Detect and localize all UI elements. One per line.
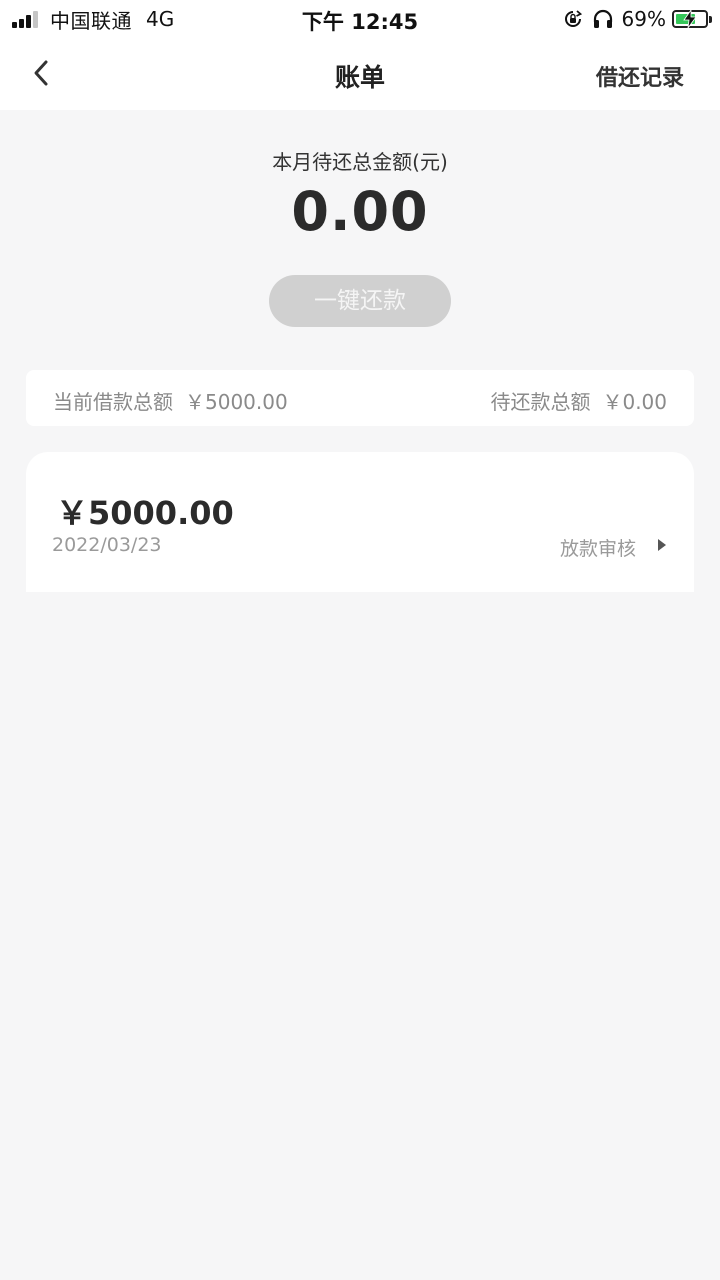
bill-status: 放款审核	[559, 538, 636, 560]
pending-total-value: ￥0.00	[602, 390, 667, 414]
nav-bar: 账单 借还记录	[0, 40, 720, 110]
repay-all-button[interactable]: 一键还款	[269, 275, 451, 327]
triangle-right-icon	[658, 539, 666, 551]
borrowed-total-label: 当前借款总额	[53, 390, 173, 414]
bill-item[interactable]: ￥5000.00 2022/03/23 放款审核	[26, 452, 694, 592]
monthly-due-amount: 0.00	[291, 180, 429, 243]
totals-bar: 当前借款总额 ￥5000.00 待还款总额 ￥0.00	[26, 370, 694, 426]
borrowed-total: 当前借款总额 ￥5000.00	[53, 386, 288, 415]
headphones-icon	[593, 9, 612, 28]
status-right: 69%	[564, 6, 712, 32]
bill-date: 2022/03/23	[52, 534, 162, 556]
battery-icon	[672, 10, 712, 28]
pending-total: 待还款总额 ￥0.00	[490, 386, 667, 415]
pending-total-label: 待还款总额	[490, 390, 591, 414]
battery-percentage: 69%	[621, 7, 666, 31]
borrowed-total-value: ￥5000.00	[185, 390, 288, 414]
borrow-repay-records-link[interactable]: 借还记录	[596, 60, 684, 92]
bill-page: 中国联通 4G 下午 12:45 69% 账单 借还记录 本月待还总金额(元) …	[0, 0, 720, 1280]
status-bar: 中国联通 4G 下午 12:45 69%	[0, 0, 720, 40]
bill-amount: ￥5000.00	[56, 494, 234, 532]
monthly-due-label: 本月待还总金额(元)	[272, 150, 448, 174]
charging-bolt-icon	[683, 10, 697, 28]
rotation-lock-icon	[564, 10, 582, 27]
